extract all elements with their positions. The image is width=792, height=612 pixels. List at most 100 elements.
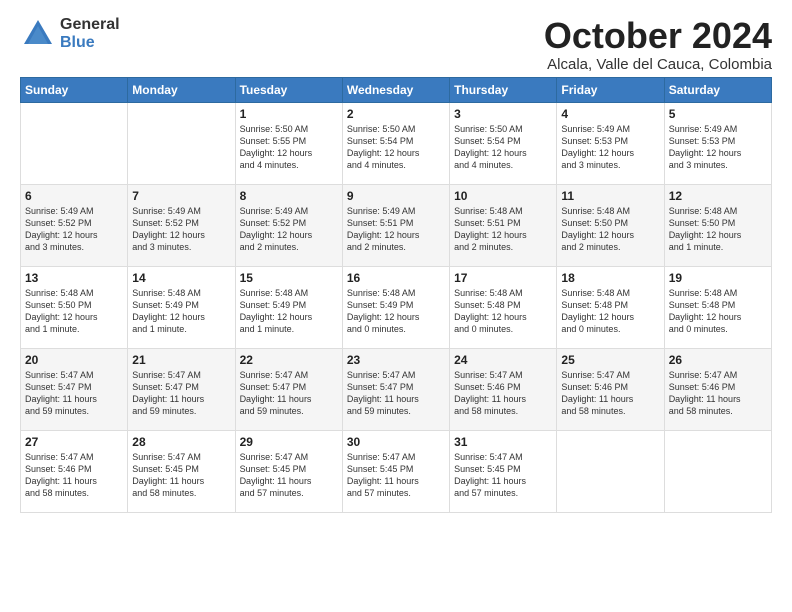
day-cell: 5Sunrise: 5:49 AMSunset: 5:53 PMDaylight… <box>664 102 771 184</box>
content-line: and 2 minutes. <box>347 242 406 252</box>
content-line: Sunrise: 5:47 AM <box>669 370 738 380</box>
content-line: Sunset: 5:47 PM <box>347 382 414 392</box>
day-cell: 25Sunrise: 5:47 AMSunset: 5:46 PMDayligh… <box>557 348 664 430</box>
content-line: and 59 minutes. <box>25 406 89 416</box>
content-line: and 4 minutes. <box>347 160 406 170</box>
day-content: Sunrise: 5:48 AMSunset: 5:48 PMDaylight:… <box>669 287 767 336</box>
title-block: October 2024 Alcala, Valle del Cauca, Co… <box>544 16 772 73</box>
content-line: Sunset: 5:46 PM <box>561 382 628 392</box>
content-line: Sunrise: 5:49 AM <box>669 124 738 134</box>
content-line: Daylight: 12 hours <box>240 312 313 322</box>
content-line: and 1 minute. <box>132 324 187 334</box>
day-number: 11 <box>561 189 659 203</box>
content-line: Daylight: 11 hours <box>25 394 97 404</box>
content-line: Daylight: 11 hours <box>132 394 204 404</box>
header-row: SundayMondayTuesdayWednesdayThursdayFrid… <box>21 77 772 102</box>
day-number: 14 <box>132 271 230 285</box>
content-line: Sunrise: 5:48 AM <box>347 288 416 298</box>
content-line: Daylight: 11 hours <box>240 394 312 404</box>
day-content: Sunrise: 5:49 AMSunset: 5:52 PMDaylight:… <box>132 205 230 254</box>
content-line: Daylight: 12 hours <box>669 148 742 158</box>
day-cell: 9Sunrise: 5:49 AMSunset: 5:51 PMDaylight… <box>342 184 449 266</box>
content-line: Sunrise: 5:49 AM <box>132 206 201 216</box>
content-line: Sunset: 5:53 PM <box>669 136 736 146</box>
logo: General Blue <box>20 16 120 52</box>
content-line: and 2 minutes. <box>454 242 513 252</box>
day-number: 22 <box>240 353 338 367</box>
day-cell: 8 Sunrise: 5:49 AMSunset: 5:52 PMDaylight… <box>235 184 342 266</box>
content-line: Sunset: 5:53 PM <box>561 136 628 146</box>
day-cell: 27Sunrise: 5:47 AMSunset: 5:46 PMDayligh… <box>21 430 128 512</box>
content-line: Sunset: 5:50 PM <box>25 300 92 310</box>
content-line: Daylight: 12 hours <box>561 312 634 322</box>
content-line: Sunrise: 5:49 AM <box>561 124 630 134</box>
content-line: Daylight: 12 hours <box>454 312 527 322</box>
day-content: Sunrise: 5:48 AMSunset: 5:49 PMDaylight:… <box>240 287 338 336</box>
content-line: Daylight: 12 hours <box>561 230 634 240</box>
content-line: and 1 minute. <box>240 324 295 334</box>
day-number: 8 <box>240 189 338 203</box>
content-line: Sunset: 5:47 PM <box>25 382 92 392</box>
day-cell: 15Sunrise: 5:48 AMSunset: 5:49 PMDayligh… <box>235 266 342 348</box>
day-number: 4 <box>561 107 659 121</box>
day-cell <box>557 430 664 512</box>
day-cell: 1Sunrise: 5:50 AMSunset: 5:55 PMDaylight… <box>235 102 342 184</box>
logo-text: General Blue <box>60 16 120 51</box>
content-line: Sunrise: 5:48 AM <box>25 288 94 298</box>
day-cell: 19 Sunrise: 5:48 AMSunset: 5:48 PMDayligh… <box>664 266 771 348</box>
content-line: Daylight: 12 hours <box>454 230 527 240</box>
day-content: Sunrise: 5:48 AMSunset: 5:48 PMDaylight:… <box>454 287 552 336</box>
day-cell: 29Sunrise: 5:47 AMSunset: 5:45 PMDayligh… <box>235 430 342 512</box>
header-cell-saturday: Saturday <box>664 77 771 102</box>
content-line: Daylight: 11 hours <box>454 476 526 486</box>
page: General Blue October 2024 Alcala, Valle … <box>0 0 792 523</box>
header-cell-wednesday: Wednesday <box>342 77 449 102</box>
day-content: Sunrise: 5:47 AMSunset: 5:45 PMDaylight:… <box>347 451 445 500</box>
content-line: and 4 minutes. <box>240 160 299 170</box>
week-row-3: 13Sunrise: 5:48 AMSunset: 5:50 PMDayligh… <box>21 266 772 348</box>
day-cell <box>664 430 771 512</box>
day-cell: 10Sunrise: 5:48 AMSunset: 5:51 PMDayligh… <box>450 184 557 266</box>
day-number: 7 <box>132 189 230 203</box>
day-number: 24 <box>454 353 552 367</box>
content-line: and 58 minutes. <box>669 406 733 416</box>
content-line: Daylight: 12 hours <box>240 148 313 158</box>
day-content: Sunrise: 5:49 AM Sunset: 5:53 PM Daylight:… <box>669 123 767 172</box>
content-line: Sunset: 5:47 PM <box>132 382 199 392</box>
day-content: Sunrise: 5:49 AMSunset: 5:52 PMDaylight:… <box>25 205 123 254</box>
content-line: Daylight: 12 hours <box>669 230 742 240</box>
day-number: 3 <box>454 107 552 121</box>
content-line: and 2 minutes. <box>240 242 299 252</box>
day-cell: 4Sunrise: 5:49 AMSunset: 5:53 PMDaylight… <box>557 102 664 184</box>
day-content: Sunrise: 5:49 AMSunset: 5:52 PMDaylight:… <box>240 205 338 254</box>
day-cell: 16Sunrise: 5:48 AMSunset: 5:49 PMDayligh… <box>342 266 449 348</box>
day-content: Sunrise: 5:50 AMSunset: 5:55 PMDaylight:… <box>240 123 338 172</box>
content-line: Sunrise: 5:49 AM <box>240 206 309 216</box>
day-number: 20 <box>25 353 123 367</box>
content-line: Sunrise: 5:47 AM <box>240 370 309 380</box>
content-line: Sunset: 5:52 PM <box>25 218 92 228</box>
day-cell: 12Sunrise: 5:48 AMSunset: 5:50 PMDayligh… <box>664 184 771 266</box>
logo-general: General <box>60 16 120 34</box>
day-cell: 22Sunrise: 5:47 AMSunset: 5:47 PMDayligh… <box>235 348 342 430</box>
day-content: Sunrise: 5:50 AMSunset: 5:54 PMDaylight:… <box>347 123 445 172</box>
day-cell: 30 Sunrise: 5:47 AMSunset: 5:45 PMDayligh… <box>342 430 449 512</box>
content-line: and 59 minutes. <box>347 406 411 416</box>
content-line: Sunset: 5:49 PM <box>240 300 307 310</box>
content-line: Daylight: 11 hours <box>347 476 419 486</box>
day-number: 19 <box>669 271 767 285</box>
content-line: and 58 minutes. <box>25 488 89 498</box>
content-line: and 1 minute. <box>25 324 80 334</box>
content-line: Sunrise: 5:47 AM <box>25 370 94 380</box>
content-line: Sunset: 5:55 PM <box>240 136 307 146</box>
content-line: Sunset: 5:46 PM <box>669 382 736 392</box>
day-cell: 21Sunrise: 5:47 AMSunset: 5:47 PMDayligh… <box>128 348 235 430</box>
content-line: and 0 minutes. <box>347 324 406 334</box>
day-content: Sunrise: 5:48 AMSunset: 5:49 PMDaylight:… <box>347 287 445 336</box>
day-content: Sunrise: 5:49 AMSunset: 5:51 PMDaylight:… <box>347 205 445 254</box>
day-number: 30 <box>347 435 445 449</box>
content-line: Sunrise: 5:47 AM <box>132 370 201 380</box>
content-line: Sunset: 5:48 PM <box>669 300 736 310</box>
week-row-2: 6Sunrise: 5:49 AMSunset: 5:52 PMDaylight… <box>21 184 772 266</box>
content-line: Sunrise: 5:48 AM <box>561 206 630 216</box>
